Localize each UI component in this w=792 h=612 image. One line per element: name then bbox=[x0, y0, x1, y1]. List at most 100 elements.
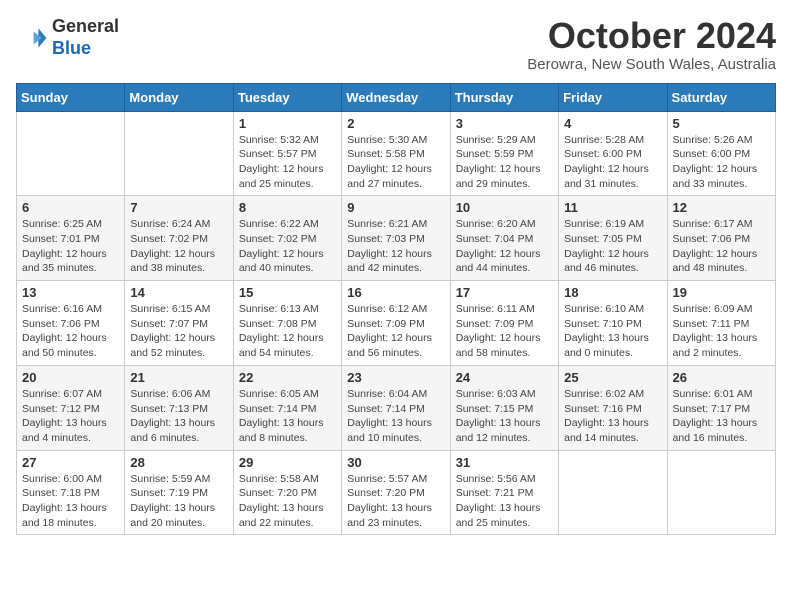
day-number: 14 bbox=[130, 285, 227, 300]
calendar-cell bbox=[559, 450, 667, 535]
calendar-cell: 12 Sunrise: 6:17 AM Sunset: 7:06 PM Dayli… bbox=[667, 196, 775, 281]
day-info: Sunrise: 6:21 AM Sunset: 7:03 PM Dayligh… bbox=[347, 217, 444, 276]
day-info: Sunrise: 5:26 AM Sunset: 6:00 PM Dayligh… bbox=[673, 133, 770, 192]
day-number: 19 bbox=[673, 285, 770, 300]
calendar-cell: 22 Sunrise: 6:05 AM Sunset: 7:14 PM Dayli… bbox=[233, 365, 341, 450]
calendar-cell: 26Sunrise: 6:01 AM Sunset: 7:17 PM Dayli… bbox=[667, 365, 775, 450]
calendar-cell bbox=[667, 450, 775, 535]
calendar-cell bbox=[125, 111, 233, 196]
day-number: 21 bbox=[130, 370, 227, 385]
day-number: 15 bbox=[239, 285, 336, 300]
day-number: 26 bbox=[673, 370, 770, 385]
day-info: Sunrise: 5:32 AM Sunset: 5:57 PM Dayligh… bbox=[239, 133, 336, 192]
calendar-cell: 5 Sunrise: 5:26 AM Sunset: 6:00 PM Daylig… bbox=[667, 111, 775, 196]
day-number: 3 bbox=[456, 116, 553, 131]
calendar-cell: 25 Sunrise: 6:02 AM Sunset: 7:16 PM Dayli… bbox=[559, 365, 667, 450]
day-info: Sunrise: 6:07 AM Sunset: 7:12 PM Dayligh… bbox=[22, 387, 119, 446]
day-of-week-header: Tuesday bbox=[233, 83, 341, 111]
day-info: Sunrise: 5:58 AM Sunset: 7:20 PM Dayligh… bbox=[239, 472, 336, 531]
logo-blue-text: Blue bbox=[52, 38, 91, 58]
day-info: Sunrise: 5:59 AM Sunset: 7:19 PM Dayligh… bbox=[130, 472, 227, 531]
day-number: 1 bbox=[239, 116, 336, 131]
day-info: Sunrise: 6:06 AM Sunset: 7:13 PM Dayligh… bbox=[130, 387, 227, 446]
calendar-cell: 6 Sunrise: 6:25 AM Sunset: 7:01 PM Daylig… bbox=[17, 196, 125, 281]
day-number: 7 bbox=[130, 200, 227, 215]
day-of-week-header: Sunday bbox=[17, 83, 125, 111]
calendar-cell: 7 Sunrise: 6:24 AM Sunset: 7:02 PM Daylig… bbox=[125, 196, 233, 281]
day-info: Sunrise: 6:15 AM Sunset: 7:07 PM Dayligh… bbox=[130, 302, 227, 361]
day-number: 13 bbox=[22, 285, 119, 300]
day-number: 30 bbox=[347, 455, 444, 470]
day-info: Sunrise: 5:56 AM Sunset: 7:21 PM Dayligh… bbox=[456, 472, 553, 531]
day-number: 17 bbox=[456, 285, 553, 300]
day-of-week-header: Thursday bbox=[450, 83, 558, 111]
calendar-cell: 15 Sunrise: 6:13 AM Sunset: 7:08 PM Dayli… bbox=[233, 281, 341, 366]
day-number: 22 bbox=[239, 370, 336, 385]
day-info: Sunrise: 6:11 AM Sunset: 7:09 PM Dayligh… bbox=[456, 302, 553, 361]
day-number: 6 bbox=[22, 200, 119, 215]
calendar-cell: 4 Sunrise: 5:28 AM Sunset: 6:00 PM Daylig… bbox=[559, 111, 667, 196]
calendar-cell: 28 Sunrise: 5:59 AM Sunset: 7:19 PM Dayli… bbox=[125, 450, 233, 535]
day-info: Sunrise: 6:02 AM Sunset: 7:16 PM Dayligh… bbox=[564, 387, 661, 446]
day-of-week-header: Monday bbox=[125, 83, 233, 111]
day-info: Sunrise: 5:28 AM Sunset: 6:00 PM Dayligh… bbox=[564, 133, 661, 192]
calendar-cell: 11 Sunrise: 6:19 AM Sunset: 7:05 PM Dayli… bbox=[559, 196, 667, 281]
day-info: Sunrise: 6:12 AM Sunset: 7:09 PM Dayligh… bbox=[347, 302, 444, 361]
day-number: 11 bbox=[564, 200, 661, 215]
calendar-cell: 2Sunrise: 5:30 AM Sunset: 5:58 PM Daylig… bbox=[342, 111, 450, 196]
day-info: Sunrise: 6:00 AM Sunset: 7:18 PM Dayligh… bbox=[22, 472, 119, 531]
day-info: Sunrise: 6:13 AM Sunset: 7:08 PM Dayligh… bbox=[239, 302, 336, 361]
day-number: 25 bbox=[564, 370, 661, 385]
day-number: 5 bbox=[673, 116, 770, 131]
day-info: Sunrise: 5:57 AM Sunset: 7:20 PM Dayligh… bbox=[347, 472, 444, 531]
calendar-cell: 24 Sunrise: 6:03 AM Sunset: 7:15 PM Dayli… bbox=[450, 365, 558, 450]
day-number: 12 bbox=[673, 200, 770, 215]
day-info: Sunrise: 6:19 AM Sunset: 7:05 PM Dayligh… bbox=[564, 217, 661, 276]
day-number: 16 bbox=[347, 285, 444, 300]
day-of-week-header: Friday bbox=[559, 83, 667, 111]
day-number: 24 bbox=[456, 370, 553, 385]
calendar-cell: 18 Sunrise: 6:10 AM Sunset: 7:10 PM Dayli… bbox=[559, 281, 667, 366]
day-info: Sunrise: 6:10 AM Sunset: 7:10 PM Dayligh… bbox=[564, 302, 661, 361]
calendar-cell: 30 Sunrise: 5:57 AM Sunset: 7:20 PM Dayli… bbox=[342, 450, 450, 535]
logo-icon bbox=[16, 22, 48, 54]
calendar-cell: 14 Sunrise: 6:15 AM Sunset: 7:07 PM Dayli… bbox=[125, 281, 233, 366]
day-info: Sunrise: 5:30 AM Sunset: 5:58 PM Dayligh… bbox=[347, 133, 444, 192]
calendar-cell: 29 Sunrise: 5:58 AM Sunset: 7:20 PM Dayli… bbox=[233, 450, 341, 535]
day-info: Sunrise: 6:03 AM Sunset: 7:15 PM Dayligh… bbox=[456, 387, 553, 446]
day-number: 18 bbox=[564, 285, 661, 300]
calendar-cell: 20Sunrise: 6:07 AM Sunset: 7:12 PM Dayli… bbox=[17, 365, 125, 450]
day-info: Sunrise: 6:25 AM Sunset: 7:01 PM Dayligh… bbox=[22, 217, 119, 276]
calendar-cell: 8 Sunrise: 6:22 AM Sunset: 7:02 PM Daylig… bbox=[233, 196, 341, 281]
day-of-week-header: Saturday bbox=[667, 83, 775, 111]
calendar-cell: 3 Sunrise: 5:29 AM Sunset: 5:59 PM Daylig… bbox=[450, 111, 558, 196]
logo: General Blue bbox=[16, 16, 119, 59]
calendar-cell: 27Sunrise: 6:00 AM Sunset: 7:18 PM Dayli… bbox=[17, 450, 125, 535]
day-number: 9 bbox=[347, 200, 444, 215]
title-block: October 2024 Berowra, New South Wales, A… bbox=[527, 16, 776, 73]
calendar-cell: 9 Sunrise: 6:21 AM Sunset: 7:03 PM Daylig… bbox=[342, 196, 450, 281]
day-number: 10 bbox=[456, 200, 553, 215]
calendar-cell bbox=[17, 111, 125, 196]
day-info: Sunrise: 6:05 AM Sunset: 7:14 PM Dayligh… bbox=[239, 387, 336, 446]
calendar-cell: 16 Sunrise: 6:12 AM Sunset: 7:09 PM Dayli… bbox=[342, 281, 450, 366]
day-number: 29 bbox=[239, 455, 336, 470]
day-number: 4 bbox=[564, 116, 661, 131]
calendar-table: SundayMondayTuesdayWednesdayThursdayFrid… bbox=[16, 83, 776, 536]
day-info: Sunrise: 6:24 AM Sunset: 7:02 PM Dayligh… bbox=[130, 217, 227, 276]
page-header: General Blue October 2024 Berowra, New S… bbox=[16, 16, 776, 73]
calendar-cell: 10Sunrise: 6:20 AM Sunset: 7:04 PM Dayli… bbox=[450, 196, 558, 281]
day-number: 23 bbox=[347, 370, 444, 385]
day-info: Sunrise: 6:16 AM Sunset: 7:06 PM Dayligh… bbox=[22, 302, 119, 361]
day-number: 28 bbox=[130, 455, 227, 470]
calendar-cell: 23Sunrise: 6:04 AM Sunset: 7:14 PM Dayli… bbox=[342, 365, 450, 450]
day-number: 8 bbox=[239, 200, 336, 215]
day-info: Sunrise: 5:29 AM Sunset: 5:59 PM Dayligh… bbox=[456, 133, 553, 192]
day-info: Sunrise: 6:17 AM Sunset: 7:06 PM Dayligh… bbox=[673, 217, 770, 276]
calendar-cell: 31 Sunrise: 5:56 AM Sunset: 7:21 PM Dayli… bbox=[450, 450, 558, 535]
calendar-cell: 13 Sunrise: 6:16 AM Sunset: 7:06 PM Dayli… bbox=[17, 281, 125, 366]
calendar-cell: 21 Sunrise: 6:06 AM Sunset: 7:13 PM Dayli… bbox=[125, 365, 233, 450]
day-info: Sunrise: 6:22 AM Sunset: 7:02 PM Dayligh… bbox=[239, 217, 336, 276]
month-title: October 2024 bbox=[527, 16, 776, 56]
day-number: 31 bbox=[456, 455, 553, 470]
